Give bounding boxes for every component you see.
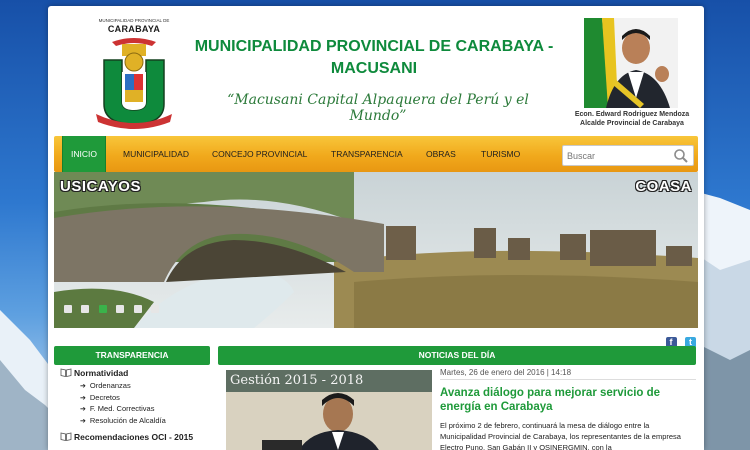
slider-dot[interactable] xyxy=(116,305,125,313)
news-photo-caption: Gestión 2015 - 2018 xyxy=(230,373,364,388)
nav-item-transparencia[interactable]: Transparencia xyxy=(331,136,403,172)
slider-dot[interactable] xyxy=(81,305,90,313)
crest-shield-icon xyxy=(96,38,172,129)
page-container: MUNICIPALIDAD PROVINCIAL DE CARABAYA MUN… xyxy=(48,6,704,450)
slide-label-usicayos: USICAYOS xyxy=(60,178,141,195)
list-subitem-label: Ordenanzas xyxy=(89,381,131,390)
image-slider[interactable]: USICAYOS COASA xyxy=(54,172,698,328)
list-subitem-label: Decretos xyxy=(89,392,120,402)
nav-item-municipalidad[interactable]: Municipalidad xyxy=(123,136,189,172)
nav-item-concejo-provincial[interactable]: Concejo Provincial xyxy=(212,136,307,172)
search-box xyxy=(562,145,694,166)
search-input[interactable] xyxy=(567,148,667,163)
news-heading: Noticias del día xyxy=(218,346,696,365)
mayor-name: Econ. Edward Rodriguez Mendoza xyxy=(574,111,690,118)
book-icon xyxy=(60,368,72,377)
list-subitem-medidas-correctivas[interactable]: ➔ F. Med. Correctivas xyxy=(60,403,210,415)
nav-item-turismo[interactable]: Turismo xyxy=(481,136,520,172)
slider-dot[interactable] xyxy=(64,305,72,313)
book-icon xyxy=(60,432,72,441)
search-icon[interactable] xyxy=(673,148,689,164)
nav-item-inicio[interactable]: Inicio xyxy=(62,136,106,172)
news-photo[interactable]: Gestión 2015 - 2018 xyxy=(226,370,432,450)
mayor-caption: Econ. Edward Rodriguez Mendoza Alcalde P… xyxy=(568,110,696,128)
crest-name-text: CARABAYA xyxy=(107,24,161,34)
list-subitem-decretos[interactable]: ➔ Decretos xyxy=(60,392,210,404)
list-item-recomendaciones-oci[interactable]: Recomendaciones OCI - 2015 xyxy=(60,430,210,444)
slogan-text: “Macusani Capital Alpaquera del Perú y e… xyxy=(227,92,529,124)
list-item-label: Normatividad xyxy=(74,368,129,378)
list-subitem-label: Resolución de Alcaldía xyxy=(89,415,166,425)
list-subitem-resolucion-alcaldia[interactable]: ➔ Resolución de Alcaldía xyxy=(60,415,210,427)
slide-label-coasa: COASA xyxy=(635,178,692,195)
transparencia-heading: Transparencia xyxy=(54,346,210,365)
slider-pagination xyxy=(64,300,164,318)
crest-top-text: MUNICIPALIDAD PROVINCIAL DE xyxy=(98,18,170,23)
page-title: MUNICIPALIDAD PROVINCIAL DE CARABAYA - M… xyxy=(194,38,554,77)
news-headline-link[interactable]: Avanza diálogo para mejorar servicio de … xyxy=(440,386,690,414)
list-item-label: Recomendaciones OCI - 2015 xyxy=(74,432,194,442)
slider-dot[interactable] xyxy=(133,305,142,313)
arrow-right-icon: ➔ xyxy=(80,383,86,390)
list-subitem-ordenanzas[interactable]: ➔ Ordenanzas xyxy=(60,380,210,392)
mayor-photo xyxy=(584,18,678,108)
list-subitem-label: F. Med. Correctivas xyxy=(89,404,155,413)
arrow-right-icon: ➔ xyxy=(80,394,86,402)
nav-item-obras[interactable]: Obras xyxy=(426,136,456,172)
transparencia-list: Normatividad ➔ Ordenanzas ➔ Decretos ➔ F. M… xyxy=(60,366,210,444)
site-header: MUNICIPALIDAD PROVINCIAL DE CARABAYA MUN… xyxy=(48,6,704,134)
slider-dot-active[interactable] xyxy=(98,305,107,313)
arrow-right-icon: ➔ xyxy=(80,417,86,425)
mayor-role: Alcalde Provincial de Carabaya xyxy=(580,120,684,127)
list-item-normatividad[interactable]: Normatividad xyxy=(60,366,210,380)
slider-dot[interactable] xyxy=(151,305,160,313)
news-summary: El próximo 2 de febrero, continuará la m… xyxy=(440,421,681,450)
municipal-crest-logo[interactable]: MUNICIPALIDAD PROVINCIAL DE CARABAYA xyxy=(92,18,176,130)
news-date: Martes, 26 de enero del 2016 | 14:18 xyxy=(440,366,696,380)
main-navigation: Inicio Municipalidad Concejo Provincial … xyxy=(54,136,698,172)
arrow-right-icon: ➔ xyxy=(80,406,86,413)
